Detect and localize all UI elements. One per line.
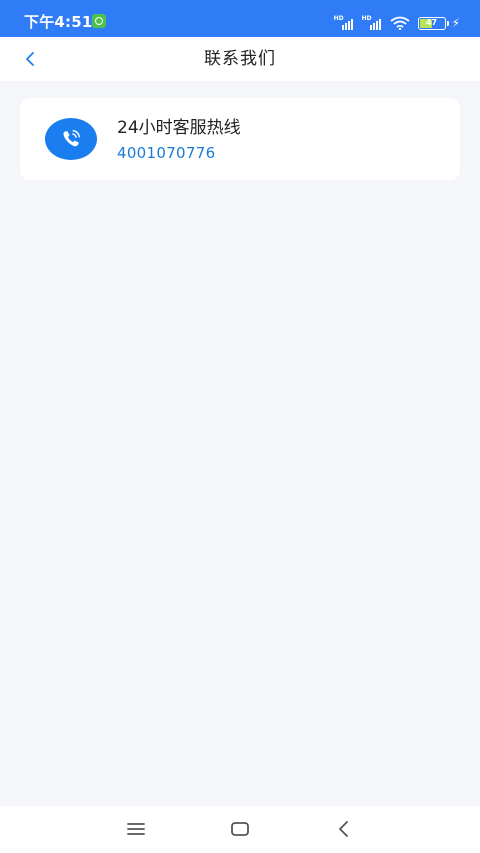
wifi-icon — [390, 16, 410, 30]
system-navigation-bar — [0, 806, 480, 853]
page-title: 联系我们 — [204, 49, 276, 69]
hotline-title: 24小时客服热线 — [117, 118, 241, 138]
status-time: 下午4:51 — [24, 13, 93, 31]
hotline-number[interactable]: 4001070776 — [117, 143, 215, 163]
header: 联系我们 — [0, 37, 480, 81]
hotline-card[interactable]: 24小时客服热线 4001070776 — [20, 98, 460, 180]
battery-icon: 47 — [417, 17, 449, 30]
app-notification-icon — [92, 14, 106, 28]
hd-signal-icon: HD — [362, 16, 384, 30]
back-icon — [339, 821, 348, 837]
home-icon — [231, 822, 249, 836]
menu-button[interactable] — [124, 818, 148, 840]
system-back-button[interactable] — [332, 818, 356, 840]
battery-level: 47 — [425, 18, 438, 27]
charging-icon: ⚡ — [451, 16, 460, 30]
hd-signal-icon: HD — [334, 16, 356, 30]
status-icons: HD HD 47 ⚡ — [334, 14, 460, 30]
menu-icon — [127, 823, 145, 835]
phone-icon — [45, 118, 97, 160]
home-button[interactable] — [228, 818, 252, 840]
status-bar: 下午4:51 HD HD 47 ⚡ — [0, 0, 480, 37]
